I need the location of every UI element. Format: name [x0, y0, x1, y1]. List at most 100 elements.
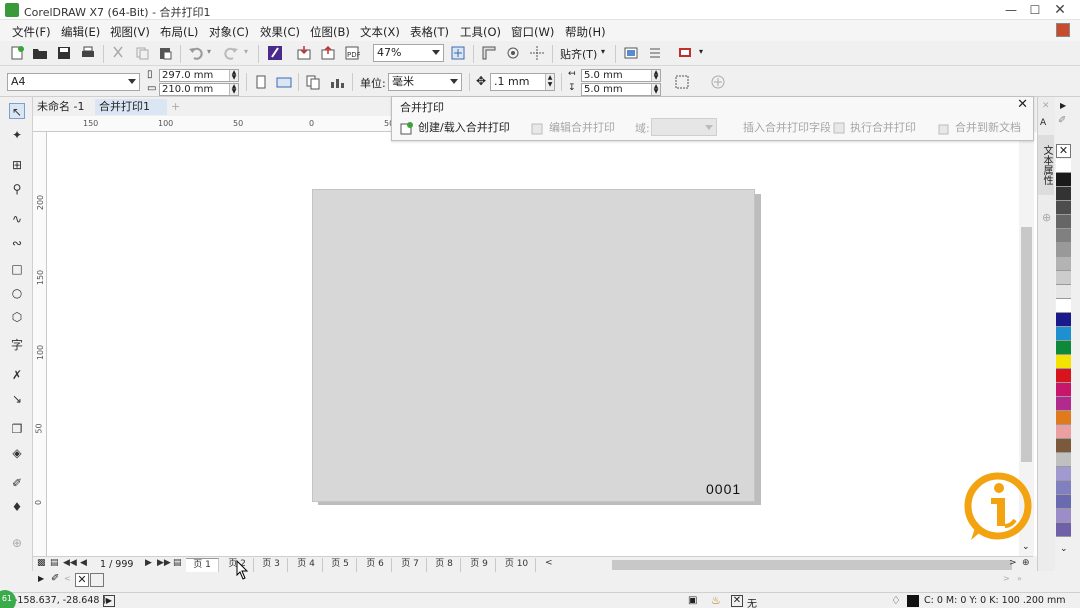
color-swatch[interactable] — [1056, 439, 1071, 453]
color-swatch[interactable] — [1056, 229, 1071, 243]
color-swatch[interactable] — [1056, 467, 1071, 481]
page-tab-5[interactable]: 页 5 — [324, 558, 357, 572]
add-page-before-icon[interactable]: ▤ — [50, 558, 59, 568]
color-swatch[interactable] — [1056, 411, 1071, 425]
color-swatch[interactable] — [1056, 509, 1071, 523]
color-swatch[interactable] — [1056, 215, 1071, 229]
page-tab-4[interactable]: 页 4 — [290, 558, 323, 572]
menu-text[interactable]: 文本(X) — [360, 24, 400, 40]
color-swatch[interactable] — [1056, 187, 1071, 201]
page-width-field[interactable]: 297.0 mm ▲ ▼ — [159, 69, 239, 82]
menu-object[interactable]: 对象(C) — [209, 24, 249, 40]
welcome-screen-icon[interactable] — [623, 45, 639, 61]
color-swatch[interactable] — [1056, 271, 1071, 285]
units-combo[interactable]: 毫米 — [388, 73, 462, 91]
color-swatch[interactable] — [1056, 341, 1071, 355]
search-content-icon[interactable] — [267, 45, 283, 61]
open-icon[interactable] — [32, 45, 48, 61]
page-options-icon[interactable]: ▩ — [37, 558, 46, 568]
close-icon[interactable]: ✕ — [1017, 97, 1028, 112]
options-icon[interactable] — [647, 45, 663, 61]
color-swatch[interactable] — [1056, 243, 1071, 257]
menu-edit[interactable]: 编辑(E) — [61, 24, 100, 40]
vertical-ruler[interactable]: 200 150 100 50 0 — [33, 132, 47, 556]
shape-tool-icon[interactable]: ✦ — [9, 127, 25, 143]
merge-to-new-document-button[interactable]: 合并到新文档 — [937, 120, 1021, 136]
scroll-down-icon[interactable]: ⌄ — [1022, 542, 1030, 552]
palette-arrow-icon[interactable]: ▶ — [1060, 101, 1066, 110]
menu-effects[interactable]: 效果(C) — [260, 24, 300, 40]
ellipse-tool-icon[interactable]: ○ — [9, 285, 25, 301]
text-tool-icon[interactable]: 字 — [9, 337, 25, 353]
horizontal-scroll-thumb[interactable] — [612, 560, 1012, 570]
status-flyout-icon[interactable]: ▶ — [103, 595, 115, 607]
docker-tab-text-properties[interactable]: 文本属性 — [1038, 135, 1054, 195]
previous-page-icon[interactable]: ◀ — [80, 558, 87, 568]
text-tool-small-icon[interactable]: A — [1040, 118, 1046, 128]
eyedropper-tool-icon[interactable]: ✐ — [9, 475, 25, 491]
page-size-combo[interactable]: A4 — [7, 73, 140, 91]
first-page-icon[interactable]: ◀◀ — [63, 558, 77, 568]
treat-as-filled-icon[interactable] — [674, 74, 690, 90]
rulers-icon[interactable] — [481, 45, 497, 61]
print-icon[interactable] — [80, 45, 96, 61]
pick-tool-icon[interactable]: ↖ — [9, 103, 25, 119]
color-swatch[interactable] — [1056, 299, 1071, 313]
edit-merge-button[interactable]: 编辑合并打印 — [531, 120, 615, 136]
menu-view[interactable]: 视图(V) — [110, 24, 150, 40]
menu-bitmaps[interactable]: 位图(B) — [310, 24, 350, 40]
docker-add-icon[interactable]: ⊕ — [1042, 211, 1051, 224]
paste-icon[interactable] — [157, 45, 173, 61]
page-tab-10[interactable]: 页 10 — [498, 558, 536, 572]
export-icon[interactable] — [320, 45, 336, 61]
spin-arrows-icon[interactable]: ▲ ▼ — [651, 84, 660, 95]
color-swatch[interactable] — [1056, 425, 1071, 439]
color-swatch[interactable] — [1056, 481, 1071, 495]
color-swatch[interactable] — [1056, 201, 1071, 215]
user-account-icon[interactable] — [1056, 23, 1070, 37]
vertical-scroll-thumb[interactable] — [1021, 227, 1032, 462]
next-page-icon[interactable]: ▶ — [145, 558, 152, 568]
merge-field-number[interactable]: 0001 — [706, 481, 741, 497]
menu-help[interactable]: 帮助(H) — [565, 24, 606, 40]
import-icon[interactable] — [296, 45, 312, 61]
color-swatch[interactable] — [1056, 313, 1071, 327]
page-tab-8[interactable]: 页 8 — [428, 558, 461, 572]
document-page[interactable] — [312, 189, 755, 502]
menu-layout[interactable]: 布局(L) — [160, 24, 198, 40]
color-swatch[interactable] — [1056, 355, 1071, 369]
menu-file[interactable]: 文件(F) — [12, 24, 51, 40]
guidelines-icon[interactable] — [529, 45, 545, 61]
field-select[interactable] — [651, 118, 717, 136]
parallel-dimension-icon[interactable]: ✗ — [9, 367, 25, 383]
execute-merge-button[interactable]: 执行合并打印 — [832, 120, 916, 136]
copy-icon[interactable] — [134, 45, 150, 61]
grid-icon[interactable] — [505, 45, 521, 61]
palette-scroll-down-icon[interactable]: ⌄ — [1060, 544, 1068, 554]
save-icon[interactable] — [56, 45, 72, 61]
crop-tool-icon[interactable]: ⊞ — [9, 157, 25, 173]
portrait-icon[interactable] — [253, 74, 269, 90]
page-tab-9[interactable]: 页 9 — [463, 558, 496, 572]
duplicate-distance-x-field[interactable]: 5.0 mm ▲ ▼ — [581, 69, 661, 82]
page-tab-1[interactable]: 页 1 — [186, 558, 219, 572]
page-tab-6[interactable]: 页 6 — [359, 558, 392, 572]
undo-icon[interactable] — [188, 45, 204, 61]
menu-window[interactable]: 窗口(W) — [511, 24, 554, 40]
redo-icon[interactable] — [223, 45, 239, 61]
color-swatch[interactable] — [1056, 257, 1071, 271]
color-swatch[interactable] — [1056, 285, 1071, 299]
redo-dropdown-icon[interactable]: ▾ — [244, 47, 248, 56]
zoom-tool-icon[interactable]: ⚲ — [9, 181, 25, 197]
docker-close-icon[interactable]: ✕ — [1042, 101, 1050, 111]
cut-icon[interactable] — [110, 45, 126, 61]
menu-tools[interactable]: 工具(O) — [460, 24, 501, 40]
drop-shadow-icon[interactable]: ❐ — [9, 421, 25, 437]
no-color-swatch-icon[interactable]: ✕ — [75, 573, 89, 587]
tab-untitled-1[interactable]: 未命名 -1 — [33, 99, 93, 115]
color-swatch[interactable] — [1056, 159, 1071, 173]
palette-eyedropper-icon[interactable]: ✐ — [1058, 115, 1066, 126]
duplicate-distance-y-field[interactable]: 5.0 mm ▲ ▼ — [581, 83, 661, 96]
palette-flyout-icon[interactable]: ▶ — [38, 574, 44, 583]
last-page-icon[interactable]: ▶▶ — [157, 558, 171, 568]
